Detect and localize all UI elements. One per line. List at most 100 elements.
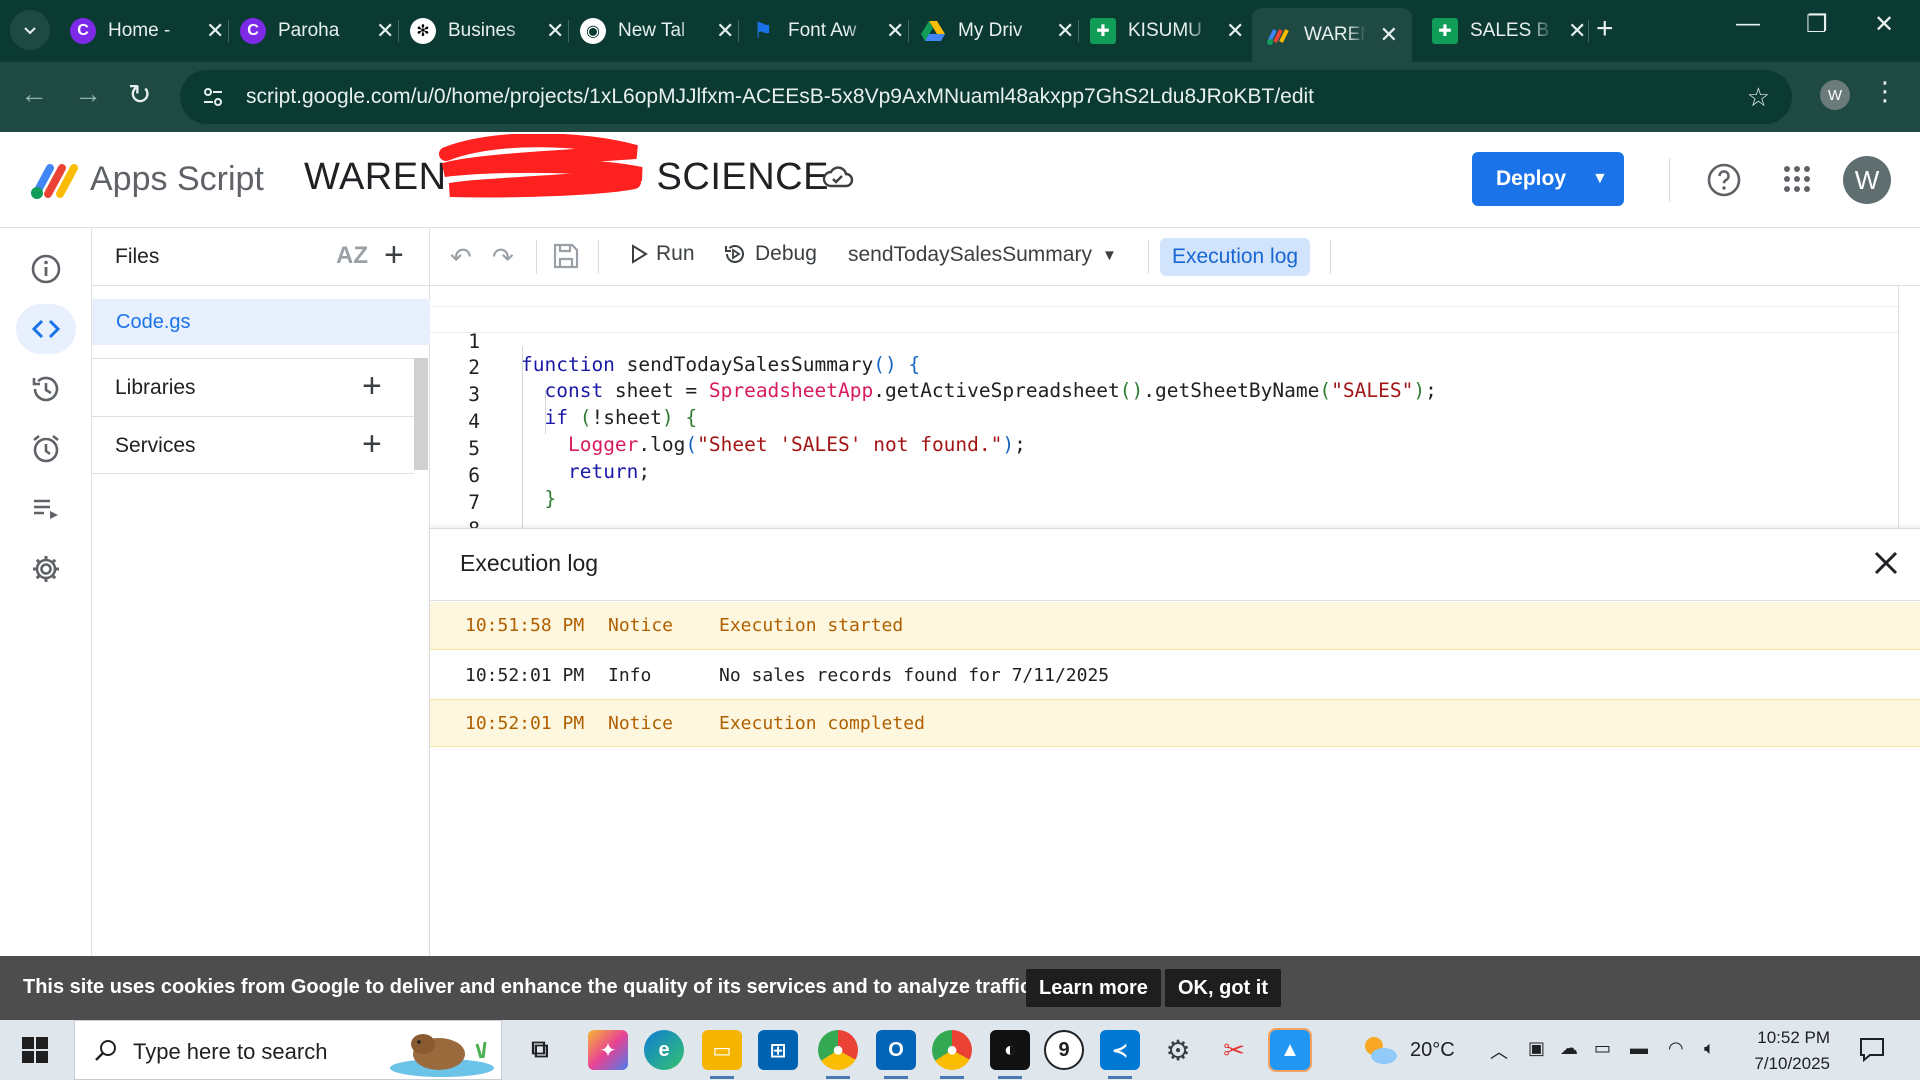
outlook-icon[interactable]: O	[876, 1030, 916, 1070]
tab-search-button[interactable]	[10, 10, 50, 50]
battery-icon[interactable]: ▬	[1630, 1038, 1648, 1059]
chrome-icon[interactable]: ●	[932, 1030, 972, 1070]
edge-browser-icon[interactable]: e	[644, 1030, 684, 1070]
close-tab-icon[interactable]: ✕	[1568, 18, 1586, 44]
forward-icon[interactable]: →	[74, 78, 102, 110]
sort-files-icon[interactable]: AZ	[336, 242, 368, 270]
microsoft-store-icon[interactable]: ⊞	[758, 1030, 798, 1070]
debug-button[interactable]: Debug	[723, 242, 817, 266]
run-button[interactable]: Run	[628, 242, 695, 266]
code-line[interactable]: 7	[430, 468, 1900, 514]
code-line[interactable]: 5 return;	[430, 414, 1900, 483]
meet-now-icon[interactable]: ▣	[1528, 1038, 1545, 1059]
editor-scrollbar[interactable]	[1898, 286, 1920, 528]
triggers-nav[interactable]	[16, 424, 76, 474]
browser-tab[interactable]: C Paroha ✕	[226, 8, 408, 54]
copilot-icon[interactable]: ✦	[588, 1030, 628, 1070]
whatsapp-icon[interactable]: 9	[1044, 1030, 1084, 1070]
file-list-item[interactable]: Code.gs	[92, 299, 430, 345]
close-tab-icon[interactable]: ✕	[886, 18, 904, 44]
files-scrollbar[interactable]	[414, 358, 428, 470]
settings-gear-icon[interactable]: ⚙	[1158, 1030, 1198, 1070]
reload-icon[interactable]: ↻	[128, 78, 151, 111]
deploy-button[interactable]: Deploy ▼	[1472, 152, 1624, 206]
code-line[interactable]: 1 function sendTodaySalesSummary() {	[430, 306, 1900, 376]
system-clock[interactable]: 10:52 PM 7/10/2025	[1746, 1025, 1830, 1077]
photos-icon[interactable]: ▲	[1268, 1028, 1312, 1072]
code-line[interactable]: 4 Logger.log("Sheet 'SALES' not found.")…	[430, 387, 1900, 456]
redo-icon[interactable]: ↷	[492, 242, 514, 273]
windows-start-icon[interactable]	[22, 1037, 48, 1063]
google-apps-grid-icon[interactable]	[1782, 164, 1812, 194]
notifications-icon[interactable]	[1858, 1036, 1886, 1064]
account-avatar[interactable]: W	[1843, 156, 1891, 204]
chrome-profile-icon[interactable]: ●	[818, 1030, 858, 1070]
add-service-button[interactable]: +	[362, 427, 382, 461]
apps-script-logo-icon[interactable]	[30, 160, 80, 200]
weather-widget[interactable]: 20°C	[1360, 1034, 1455, 1066]
browser-tab[interactable]: My Driv ✕	[906, 8, 1088, 54]
save-icon[interactable]	[552, 242, 580, 277]
address-bar[interactable]: script.google.com/u/0/home/projects/1xL6…	[180, 70, 1792, 124]
window-close-icon[interactable]: ✕	[1874, 10, 1894, 39]
vscode-icon[interactable]: ≺	[1100, 1030, 1140, 1070]
wifi-icon[interactable]: ◠	[1668, 1038, 1684, 1059]
editor-nav[interactable]	[16, 304, 76, 354]
browser-menu-icon[interactable]: ⋮	[1872, 76, 1898, 107]
bookmark-star-icon[interactable]: ☆	[1747, 82, 1770, 113]
snipping-tool-icon[interactable]: ✂	[1214, 1030, 1254, 1070]
browser-profile-avatar[interactable]: W	[1820, 80, 1850, 110]
show-hidden-icons-chevron-icon[interactable]: ︿	[1490, 1038, 1508, 1064]
minimize-icon[interactable]: —	[1736, 10, 1760, 38]
taskbar-search-box[interactable]: Type here to search	[74, 1020, 502, 1080]
settings-nav[interactable]	[16, 544, 76, 594]
new-tab-button[interactable]: +	[1596, 12, 1614, 46]
code-line[interactable]: 6 }	[430, 441, 1900, 510]
libraries-section[interactable]: Libraries +	[92, 358, 414, 416]
code-line[interactable]: 2 const sheet = SpreadsheetApp.getActive…	[430, 333, 1900, 402]
onedrive-icon[interactable]: ☁	[1560, 1038, 1578, 1059]
code-editor[interactable]: 1 function sendTodaySalesSummary() { 2 c…	[430, 286, 1920, 528]
add-file-button[interactable]: +	[384, 238, 404, 272]
services-section[interactable]: Services +	[92, 416, 414, 474]
add-library-button[interactable]: +	[362, 369, 382, 403]
close-tab-icon[interactable]: ✕	[1380, 22, 1398, 48]
volume-icon[interactable]: 🔈︎	[1704, 1038, 1715, 1059]
close-tab-icon[interactable]: ✕	[206, 18, 224, 44]
code-line[interactable]: 3 if (!sheet) {	[430, 360, 1900, 429]
ok-got-it-button[interactable]: OK, got it	[1165, 969, 1281, 1007]
file-explorer-icon[interactable]: ▭	[702, 1030, 742, 1070]
close-icon[interactable]	[1870, 547, 1902, 579]
executions-nav[interactable]	[16, 484, 76, 534]
browser-tab[interactable]: C Home - ✕	[56, 8, 238, 54]
learn-more-button[interactable]: Learn more	[1026, 969, 1161, 1007]
close-tab-icon[interactable]: ✕	[716, 18, 734, 44]
help-icon[interactable]	[1706, 162, 1742, 198]
close-tab-icon[interactable]: ✕	[1226, 18, 1244, 44]
browser-tab[interactable]: ◉ New Tal ✕	[566, 8, 748, 54]
browser-tab[interactable]: ✚ KISUMU ✕	[1076, 8, 1258, 54]
project-history-nav[interactable]	[16, 364, 76, 414]
close-tab-icon[interactable]: ✕	[376, 18, 394, 44]
browser-tab[interactable]: ✻ Busines ✕	[396, 8, 578, 54]
back-icon[interactable]: ←	[20, 78, 48, 110]
files-header: Files AZ +	[92, 228, 430, 286]
undo-icon[interactable]: ↶	[450, 242, 472, 273]
close-tab-icon[interactable]: ✕	[1056, 18, 1074, 44]
browser-tab-active[interactable]: WAREN ✕	[1252, 8, 1412, 62]
function-selector[interactable]: sendTodaySalesSummary ▼	[848, 243, 1117, 267]
site-info-icon[interactable]	[198, 82, 228, 112]
code-line[interactable]: 8 const today = new Date();	[430, 495, 1900, 528]
execution-log-title: Execution log	[460, 550, 599, 576]
url-text[interactable]: script.google.com/u/0/home/projects/1xL6…	[246, 85, 1314, 109]
browser-tab[interactable]: ✚ SALES B ✕	[1418, 8, 1600, 54]
task-view-icon[interactable]: ⧉	[520, 1030, 560, 1070]
restore-icon[interactable]: ❐	[1806, 10, 1828, 39]
close-tab-icon[interactable]: ✕	[546, 18, 564, 44]
overview-nav[interactable]	[16, 244, 76, 294]
execution-log-toggle[interactable]: Execution log	[1160, 238, 1311, 276]
apps-script-brand[interactable]: Apps Script	[90, 160, 264, 199]
display-icon[interactable]: ▭	[1594, 1038, 1611, 1059]
github-desktop-icon[interactable]: ◐	[990, 1030, 1030, 1070]
browser-tab[interactable]: ⚑ Font Aw ✕	[736, 8, 918, 54]
